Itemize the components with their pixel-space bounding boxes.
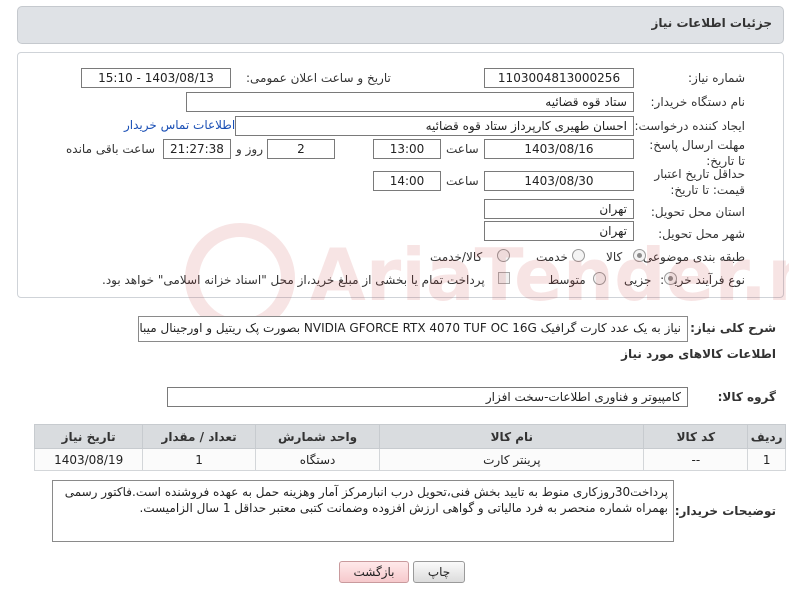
city-field: تهران xyxy=(484,221,634,241)
back-button[interactable]: بازگشت xyxy=(339,561,409,583)
province-field: تهران xyxy=(484,199,634,219)
items-table-wrap: ردیف کد کالا نام کالا واحد شمارش تعداد /… xyxy=(33,424,786,471)
col-row: ردیف xyxy=(747,424,786,449)
goods-group-label: گروه کالا: xyxy=(717,390,776,404)
city-label: شهر محل تحویل: xyxy=(658,227,745,241)
remaining-time-field: 21:27:38 xyxy=(163,139,231,159)
table-header-row: ردیف کد کالا نام کالا واحد شمارش تعداد /… xyxy=(33,424,786,449)
creator-field: احسان طهیری کارپرداز ستاد قوه قضائیه xyxy=(235,116,634,136)
remaining-time-label: ساعت باقی مانده xyxy=(66,142,156,156)
deadline-label: مهلت ارسال پاسخ: تا تاریخ: xyxy=(649,138,745,168)
deadline-date-field: 1403/08/16 xyxy=(484,139,634,159)
description-label: شرح کلی نیاز: xyxy=(690,321,776,335)
cell-name: پرینتر کارت xyxy=(379,448,645,471)
table-row: 1 -- پرینتر کارت دستگاه 1 1403/08/19 xyxy=(33,448,786,471)
buyer-notes-field: پرداخت30روزکاری منوط به تایید بخش فنی،تح… xyxy=(52,480,674,542)
col-code: کد کالا xyxy=(643,424,749,449)
print-button[interactable]: چاپ xyxy=(413,561,465,583)
price-validity-time-field: 14:00 xyxy=(373,171,441,191)
process-radio-medium[interactable] xyxy=(593,272,606,285)
deadline-days-field: 2 xyxy=(267,139,335,159)
payment-note: پرداخت تمام یا بخشی از مبلغ خرید،از محل … xyxy=(102,273,485,287)
process-radio-minor[interactable] xyxy=(664,272,677,285)
cell-unit: دستگاه xyxy=(254,448,381,471)
col-name: نام کالا xyxy=(379,424,645,449)
items-table: ردیف کد کالا نام کالا واحد شمارش تعداد /… xyxy=(33,424,786,471)
category-label: طبقه بندی موضوعی: xyxy=(638,250,745,264)
announce-field: 1403/08/13 - 15:10 xyxy=(81,68,231,88)
province-label: استان محل تحویل: xyxy=(650,205,745,219)
goods-group-field: کامپیوتر و فناوری اطلاعات-سخت افزار xyxy=(167,387,688,407)
description-field: نیاز به یک عدد کارت گرافیک NVIDIA GFORCE… xyxy=(138,316,688,342)
deadline-time-field: 13:00 xyxy=(373,139,441,159)
need-number-label: شماره نیاز: xyxy=(688,71,745,85)
price-validity-time-label: ساعت xyxy=(446,174,479,188)
col-date: تاریخ نیاز xyxy=(33,424,144,449)
page-title: جزئیات اطلاعات نیاز xyxy=(651,16,772,30)
buyer-contact-link[interactable]: اطلاعات تماس خریدار xyxy=(124,118,235,132)
category-radio-both[interactable] xyxy=(497,249,510,262)
process-option-minor: جزیی xyxy=(624,273,652,287)
buyer-org-label: نام دستگاه خریدار: xyxy=(650,95,746,109)
payment-checkbox[interactable] xyxy=(498,272,510,284)
buyer-org-field: ستاد قوه قضائیه xyxy=(186,92,634,112)
deadline-time-label: ساعت xyxy=(446,142,479,156)
cell-date: 1403/08/19 xyxy=(33,448,144,471)
buyer-notes-label: توضیحات خریدار: xyxy=(674,504,776,518)
category-option-goods: کالا xyxy=(606,250,623,264)
col-unit: واحد شمارش xyxy=(254,424,381,449)
creator-label: ایجاد کننده درخواست: xyxy=(634,119,745,133)
cell-row: 1 xyxy=(747,448,786,471)
category-option-both: کالا/خدمت xyxy=(430,250,483,264)
need-number-field: 1103004813000256 xyxy=(484,68,634,88)
category-option-service: خدمت xyxy=(536,250,568,264)
deadline-days-label: روز و xyxy=(236,142,263,156)
price-validity-label: حداقل تاریخ اعتبار قیمت: تا تاریخ: xyxy=(654,167,745,197)
col-qty: تعداد / مقدار xyxy=(142,424,256,449)
cell-qty: 1 xyxy=(142,448,256,471)
process-option-medium: متوسط xyxy=(548,273,586,287)
category-radio-service[interactable] xyxy=(572,249,585,262)
cell-code: -- xyxy=(643,448,749,471)
announce-label: تاریخ و ساعت اعلان عمومی: xyxy=(246,71,391,85)
goods-info-title: اطلاعات کالاهای مورد نیاز xyxy=(621,347,776,361)
price-validity-date-field: 1403/08/30 xyxy=(484,171,634,191)
category-radio-goods[interactable] xyxy=(633,249,646,262)
